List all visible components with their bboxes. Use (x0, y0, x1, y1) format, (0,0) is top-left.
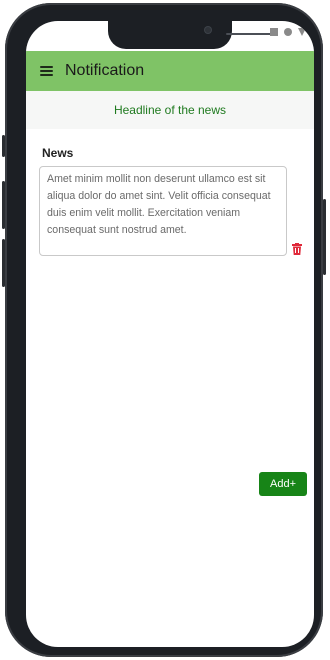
headline-bar: Headline of the news (26, 91, 314, 129)
camera (205, 27, 211, 33)
power-button (323, 199, 326, 275)
signal-icon (298, 28, 306, 36)
add-button[interactable]: Add+ (259, 472, 307, 496)
hamburger-menu-icon[interactable] (40, 66, 53, 76)
volume-up-button (2, 181, 5, 229)
news-headline[interactable]: Headline of the news (114, 103, 226, 117)
notch (108, 21, 278, 49)
stop-icon (270, 28, 278, 36)
mute-switch (2, 135, 5, 157)
news-label: News (42, 146, 74, 160)
app-bar: Notification (26, 51, 314, 91)
status-icons (270, 28, 306, 36)
phone-frame: Notification Headline of the news News A… (2, 3, 326, 657)
page-title: Notification (65, 62, 145, 79)
news-textarea[interactable]: Amet minim mollit non deserunt ullamco e… (39, 166, 287, 256)
record-icon (284, 28, 292, 36)
trash-icon[interactable] (292, 242, 302, 255)
volume-down-button (2, 239, 5, 287)
screen: Notification Headline of the news News A… (26, 21, 314, 647)
